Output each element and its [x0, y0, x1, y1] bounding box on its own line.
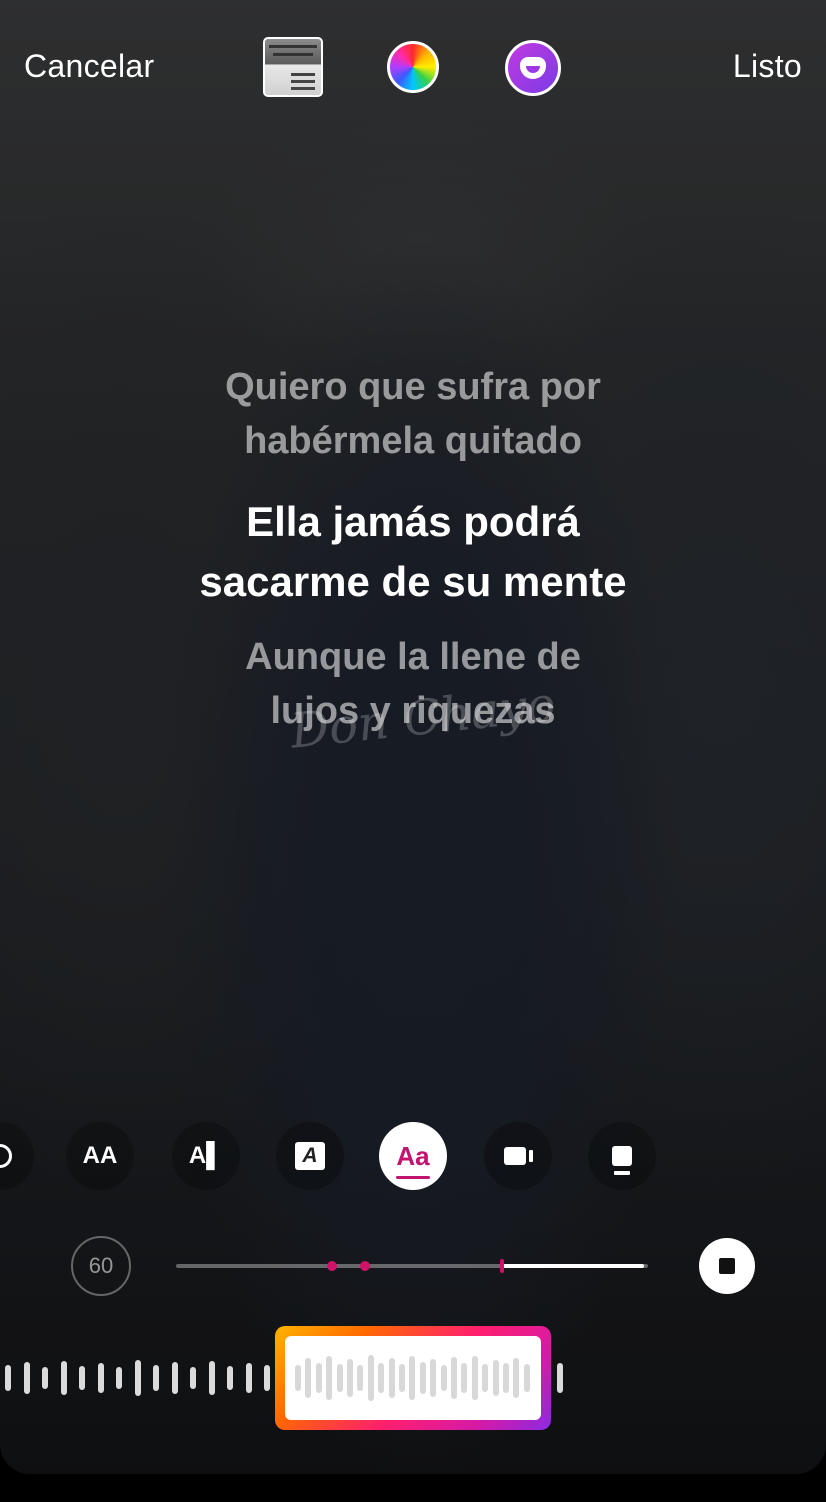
- close-icon: [0, 1144, 12, 1168]
- waveform-bar: [503, 1363, 509, 1393]
- story-canvas: Don Chayo Cancelar Listo Quiero que sufr…: [0, 0, 826, 1474]
- waveform-bar: [245, 1363, 252, 1393]
- style-button-highlight[interactable]: A▌: [172, 1122, 240, 1190]
- album-cover-icon[interactable]: [263, 37, 323, 97]
- close-style-button[interactable]: [0, 1122, 34, 1190]
- text-size-icon: AA: [82, 1142, 118, 1169]
- waveform-bar: [513, 1358, 520, 1398]
- waveform-bar: [295, 1365, 301, 1391]
- waveform-bar: [523, 1364, 530, 1392]
- waveform-bar: [23, 1362, 30, 1394]
- top-bar: Cancelar Listo: [0, 0, 826, 130]
- waveform-bar: [399, 1364, 405, 1392]
- waveform-bar: [190, 1367, 196, 1389]
- waveform-bar: [357, 1365, 364, 1391]
- cancel-button[interactable]: Cancelar: [24, 48, 154, 85]
- waveform-bar: [557, 1363, 563, 1393]
- lyric-line: Quiero que sufra por: [225, 366, 601, 408]
- waveform-bar: [430, 1359, 437, 1397]
- lyric-line: lujos y riquezas: [270, 690, 556, 732]
- style-button-video[interactable]: [484, 1122, 552, 1190]
- lyric-line: Aunque la llene de: [245, 636, 581, 678]
- waveform-bar: [60, 1361, 67, 1395]
- waveform-bar: [264, 1365, 270, 1391]
- current-lyric: Ella jamás podrá sacarme de su mente: [0, 492, 826, 612]
- video-icon: [503, 1147, 533, 1165]
- style-button-text-box[interactable]: A: [276, 1122, 344, 1190]
- stop-icon: [719, 1258, 735, 1274]
- waveform-bar: [305, 1358, 312, 1398]
- lyric-line: habérmela quitado: [244, 420, 582, 462]
- timeline-selected-range: [502, 1264, 644, 1268]
- playback-timeline[interactable]: [176, 1259, 648, 1273]
- waveform-bar: [134, 1360, 141, 1396]
- waveform-bar: [97, 1363, 104, 1393]
- waveform-bar: [378, 1363, 385, 1393]
- text-highlight-icon: A▌: [188, 1142, 224, 1169]
- next-lyric: Aunque la llene de lujos y riquezas: [0, 630, 826, 738]
- waveform-bar: [227, 1366, 233, 1390]
- waveform-bar: [326, 1356, 333, 1400]
- style-button-font[interactable]: Aa: [379, 1122, 447, 1190]
- waveform-bar: [492, 1360, 499, 1396]
- font-style-icon: Aa: [396, 1140, 430, 1179]
- waveform-bar: [388, 1358, 395, 1398]
- timeline-marker[interactable]: [327, 1261, 337, 1271]
- duration-button[interactable]: 60: [71, 1236, 131, 1296]
- text-box-icon: A: [295, 1142, 325, 1170]
- waveform-bar: [440, 1365, 447, 1391]
- waveform-bar: [116, 1367, 122, 1389]
- face-effect-icon[interactable]: [505, 40, 561, 96]
- waveform-bar: [347, 1359, 353, 1397]
- color-picker-icon[interactable]: [387, 41, 439, 93]
- style-button-text-size[interactable]: AA: [66, 1122, 134, 1190]
- waveform-bar: [315, 1363, 322, 1393]
- selected-clip-waveform: [285, 1336, 541, 1420]
- stop-button[interactable]: [699, 1238, 755, 1294]
- waveform-bar: [471, 1356, 478, 1400]
- waveform-bar: [461, 1363, 468, 1393]
- waveform-bar: [171, 1362, 178, 1394]
- timeline-marker[interactable]: [360, 1261, 370, 1271]
- lyric-style-selector: AA A▌ A Aa: [0, 1122, 826, 1190]
- style-button-phone[interactable]: [588, 1122, 656, 1190]
- previous-lyric: Quiero que sufra por habérmela quitado: [0, 360, 826, 468]
- waveform-bar: [336, 1364, 343, 1392]
- waveform-bar: [367, 1355, 374, 1401]
- lyric-line: sacarme de su mente: [199, 558, 627, 605]
- lyric-line: Ella jamás podrá: [246, 498, 580, 545]
- waveform-bar: [451, 1357, 457, 1399]
- waveform-bar: [482, 1364, 489, 1392]
- done-button[interactable]: Listo: [733, 48, 802, 85]
- waveform-bar: [5, 1365, 11, 1391]
- waveform-bar: [409, 1356, 416, 1400]
- timeline-playhead[interactable]: [500, 1259, 504, 1273]
- waveform-bar: [42, 1367, 48, 1389]
- waveform-bar: [79, 1366, 85, 1390]
- waveform-bar: [153, 1365, 159, 1391]
- waveform-bar: [208, 1361, 215, 1395]
- waveform-bar: [419, 1362, 426, 1394]
- phone-icon: [612, 1146, 632, 1175]
